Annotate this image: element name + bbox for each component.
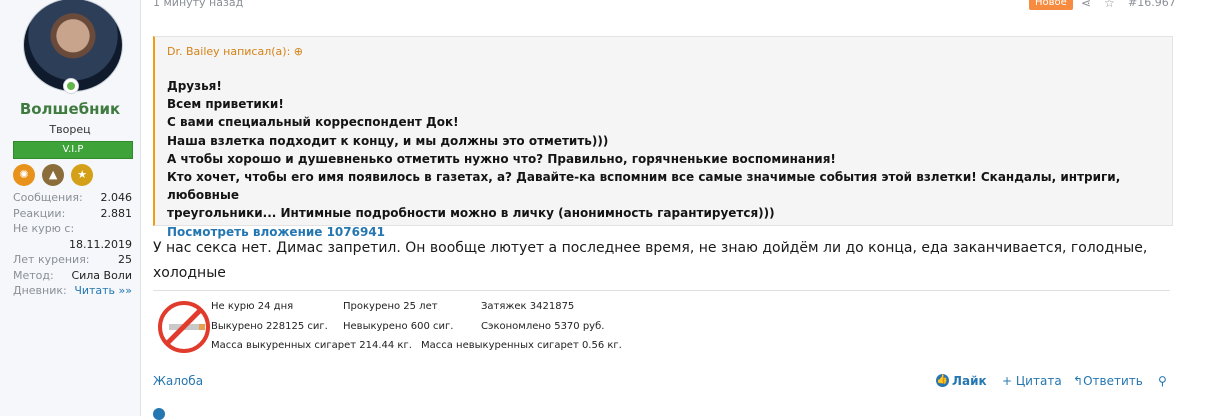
stat-row: Лет курения: 25 (13, 253, 132, 266)
report-link[interactable]: Жалоба (153, 374, 203, 388)
quote-body: Друзья! Всем приветики! С вами специальн… (167, 77, 1157, 241)
sig-mass-not-smoked: Масса невыкуренных сигарет 0.56 кг. (421, 340, 622, 351)
user-title: Творец (49, 123, 91, 136)
quote-line: Наша взлетка подходит к концу, и мы долж… (167, 133, 609, 148)
bookmark-icon[interactable]: ☆ (1104, 0, 1115, 10)
user-sidebar: Волшебник Творец V.I.P ✺ ▲ ★ Сообщения: 2… (0, 0, 141, 416)
diary-link[interactable]: Читать »» (74, 284, 132, 297)
quote-button[interactable]: + Цитата (1002, 374, 1062, 388)
reply-button[interactable]: ↰Ответить (1073, 374, 1143, 388)
vip-banner: V.I.P (13, 141, 133, 159)
stat-row: Метод: Сила Воли (13, 268, 132, 282)
post-number[interactable]: #16.967 (1128, 0, 1176, 9)
no-smoking-icon (158, 301, 210, 353)
like-button[interactable]: 👍 Лайк (936, 374, 987, 388)
online-status-icon (63, 78, 79, 94)
thumbs-up-icon: 👍 (936, 374, 949, 387)
quote-author[interactable]: Dr. Bailey написал(а): ⊕ (155, 37, 1172, 67)
medal-icon[interactable]: ★ (71, 164, 94, 186)
quote-line: А чтобы хорошо и душевненько отметить ну… (167, 151, 836, 166)
sig-puffs: Затяжек 3421875 (481, 301, 575, 312)
share-icon[interactable]: ⋖ (1081, 0, 1091, 10)
sig-not-smoked: Невыкурено 600 сиг. (343, 321, 454, 332)
quote-line: Друзья! (167, 79, 222, 93)
user-icon[interactable]: ⚲ (1158, 374, 1167, 388)
quote-line: треугольники... Интимные подробности мож… (167, 206, 775, 221)
post-time[interactable]: 1 минуту назад (153, 0, 243, 9)
sig-smoked-years: Прокурено 25 лет (343, 301, 438, 312)
stat-row: 18.11.2019 (69, 237, 132, 251)
username[interactable]: Волшебник (0, 100, 140, 118)
sig-smoked: Выкурено 228125 сиг. (211, 321, 328, 332)
sig-saved: Сэкономлено 5370 руб. (481, 321, 605, 332)
stat-row: Не курю с: (13, 222, 75, 235)
quote-line: Кто хочет, чтобы его имя появилось в газ… (167, 170, 1121, 203)
user-stats: Сообщения: 2.046 Реакции: 2.881 Не курю с:… (13, 191, 132, 300)
sig-days: Не курю 24 дня (211, 301, 294, 312)
stat-row: Сообщения: 2.046 (13, 191, 132, 204)
post-actions: Жалоба 👍 Лайк + Цитата ↰Ответить ⚲ (153, 374, 1170, 390)
quote-line: С вами специальный корреспондент Док! (167, 115, 459, 130)
award-badge-icon[interactable]: ✺ (13, 164, 35, 186)
stat-row: Реакции: 2.881 (13, 206, 132, 220)
partial-avatar-icon (153, 408, 165, 420)
signature-block: Не курю 24 дня Прокурено 25 лет Затяжек … (153, 290, 1170, 359)
quote-block: Dr. Bailey написал(а): ⊕ Друзья! Всем пр… (153, 36, 1173, 239)
new-badge: Новое (1029, 0, 1073, 10)
reply-icon: ↰ (1073, 374, 1084, 388)
stat-row: Дневник: Читать »» (13, 284, 132, 297)
quote-line: Всем приветики! (167, 97, 284, 112)
sig-mass-smoked: Масса выкуренных сигарет 214.44 кг. (211, 340, 412, 351)
award-badges: ✺ ▲ ★ (13, 163, 95, 187)
award-badge-icon[interactable]: ▲ (42, 164, 65, 186)
message-text: У нас секса нет. Димас запретил. Он вооб… (153, 240, 1148, 281)
